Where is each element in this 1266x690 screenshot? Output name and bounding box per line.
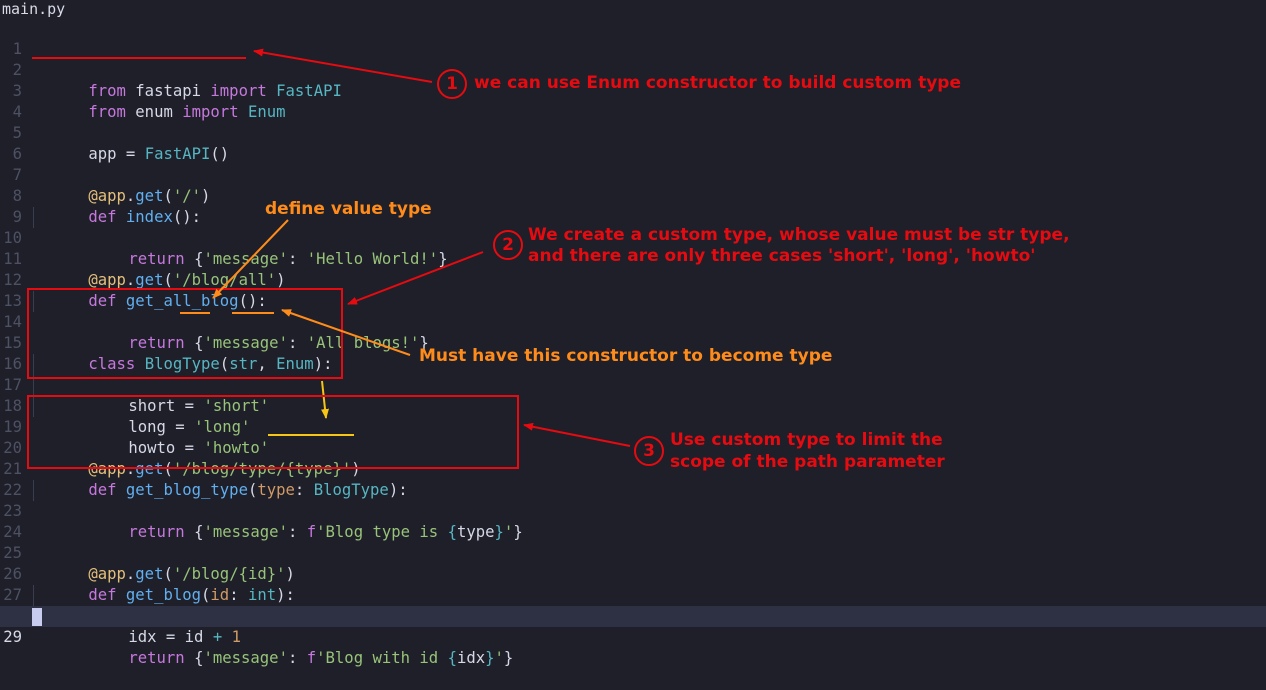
code-line[interactable]: 7 def index(): (0, 144, 1266, 226)
code-line[interactable]: 25 def get_blog(id: int): (0, 522, 1266, 604)
code-line[interactable]: 6 @app.get('/') (0, 123, 1266, 205)
code-line[interactable]: 26 idx = id + 1 (0, 543, 1266, 646)
file-tab-title[interactable]: main.py (2, 0, 65, 18)
brace-token: { (447, 649, 457, 667)
code-token: } (503, 649, 514, 667)
string-token: 'Blog with id (316, 649, 448, 667)
current-code-line[interactable]: 29 (0, 606, 1266, 646)
code-line[interactable]: 28 (0, 585, 1266, 625)
annotation-2-line1: We create a custom type, whose value mus… (528, 225, 1070, 245)
brace-token: } (485, 649, 495, 667)
code-line[interactable]: 1 from fastapi import FastAPI (0, 18, 1266, 100)
annotation-3-line1: Use custom type to limit the (670, 430, 943, 450)
string-token: 'message' (203, 649, 288, 667)
code-line[interactable]: 19 @app.get('/blog/type/{type}') (0, 396, 1266, 478)
keyword-token: f (306, 649, 317, 667)
code-line[interactable]: 8 return {'message': 'Hello World!'} (0, 165, 1266, 268)
code-line[interactable]: 27 return {'message': f'Blog with id {id… (0, 564, 1266, 667)
code-line[interactable]: 21 return {'message': f'Blog type is {ty… (0, 438, 1266, 541)
annotation-number-2: 2 (493, 230, 523, 260)
string-token: ' (494, 649, 504, 667)
code-line[interactable]: 14 class BlogType(str, Enum): (0, 291, 1266, 373)
annotation-constructor: Must have this constructor to become typ… (419, 346, 833, 366)
keyword-token: return (128, 649, 185, 667)
code-line[interactable]: 5 (0, 102, 1266, 142)
annotation-3-line2: scope of the path parameter (670, 452, 945, 472)
code-line[interactable]: 18 (0, 375, 1266, 415)
annotation-number-3: 3 (634, 436, 664, 466)
code-line[interactable]: 13 (0, 270, 1266, 310)
code-line[interactable]: 9 (0, 186, 1266, 226)
code-line[interactable]: 2 from enum import Enum (0, 39, 1266, 121)
code-token: : (287, 649, 307, 667)
code-token: { (184, 649, 204, 667)
line-number: 29 (3, 628, 22, 646)
code-token: idx (456, 649, 486, 667)
code-line[interactable]: 23 (0, 480, 1266, 520)
code-line[interactable]: 22 (0, 459, 1266, 499)
annotation-1-text: we can use Enum constructor to build cus… (474, 73, 961, 93)
annotation-number-1: 1 (437, 69, 467, 99)
code-line[interactable]: 15 short = 'short' (0, 312, 1266, 415)
code-line[interactable]: 24 @app.get('/blog/{id}') (0, 501, 1266, 583)
annotation-define-value-type: define value type (265, 199, 432, 219)
text-cursor[interactable] (32, 608, 42, 626)
annotation-2-line2: and there are only three cases 'short', … (528, 246, 1036, 266)
code-line[interactable]: 20 def get_blog_type(type: BlogType): (0, 417, 1266, 499)
